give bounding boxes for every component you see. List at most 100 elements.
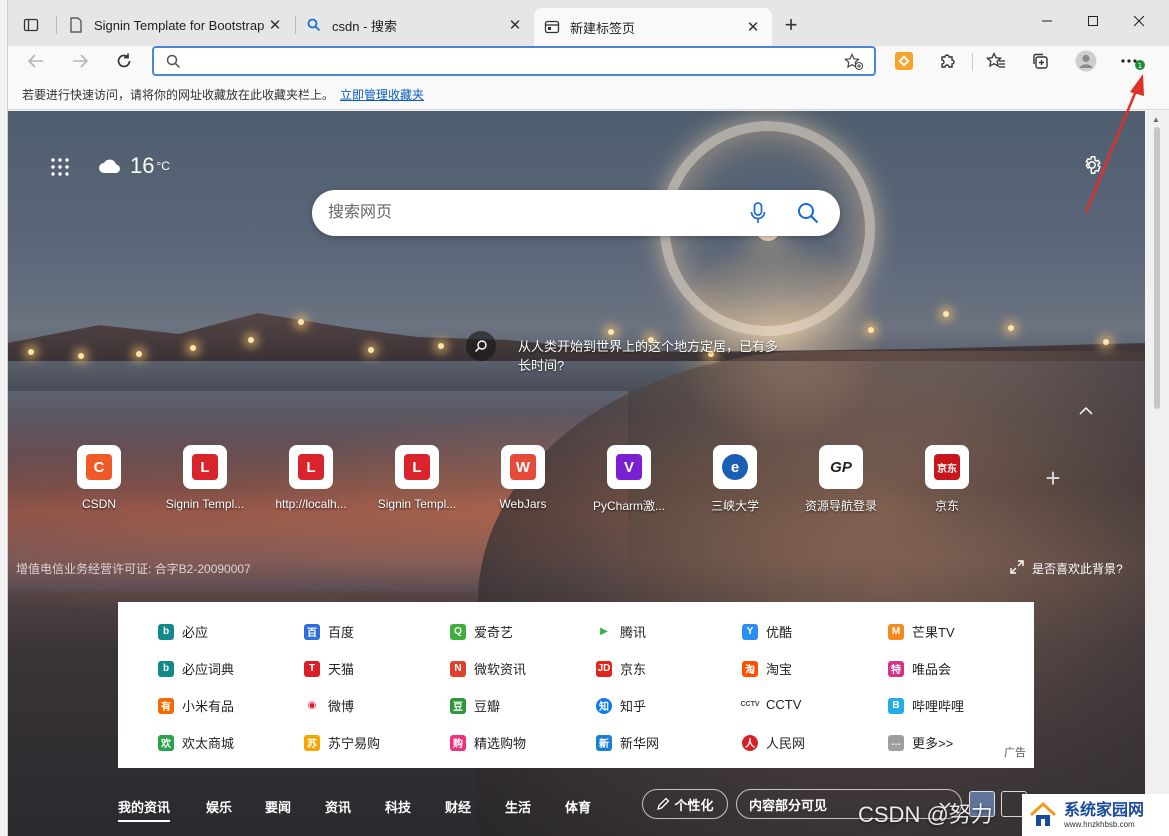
refresh-button[interactable] [108,46,140,76]
link-item[interactable]: M 芒果TV [888,622,955,641]
quick-link[interactable]: L Signin Templ... [364,445,470,511]
link-item[interactable]: 欢欢太商城 [158,733,234,752]
settings-more-icon[interactable]: 1 [1116,46,1148,76]
forward-button[interactable] [64,46,96,76]
link-item[interactable]: b 必应词典 [158,659,234,678]
news-tab[interactable]: 我的资讯 [118,797,171,822]
link-item[interactable]: 购精选购物 [450,733,526,752]
web-search-box[interactable] [312,190,840,236]
mango-tv-icon: M [888,623,904,640]
license-text[interactable]: 增值电信业务经营许可证: 合字B2-20090007 [16,560,251,577]
link-item[interactable]: 有小米有品 [158,696,234,715]
personalize-button[interactable]: 个性化 [642,789,728,819]
close-window-button[interactable] [1116,8,1162,34]
tab-csdn-search[interactable]: csdn - 搜索 ✕ [296,8,534,42]
news-tab[interactable]: 资讯 [325,797,351,816]
site-logo-icon: L [298,454,324,480]
scroll-up-icon[interactable]: ▲ [1152,115,1160,124]
expand-icon [1010,560,1024,577]
address-bar[interactable] [152,46,876,76]
shopping-bag-icon: 购 [450,734,466,751]
link-item[interactable]: 特唯品会 [888,659,951,678]
quick-link[interactable]: GP 资源导航登录 [788,445,894,514]
link-item[interactable]: … 更多>> [888,733,953,752]
news-tab[interactable]: 娱乐 [206,797,232,816]
tab-signin[interactable]: Signin Template for Bootstrap ✕ [58,8,294,42]
link-item[interactable]: B 哔哩哔哩 [888,696,964,715]
quick-link[interactable]: V PyCharm激... [576,445,682,514]
quick-link[interactable]: 京东 京东 [894,445,1000,514]
page-settings-icon[interactable] [1081,154,1103,176]
link-item[interactable]: b 必应 [158,622,208,641]
link-item[interactable]: 百百度 [304,622,354,641]
chevron-up-icon[interactable] [1078,403,1094,415]
close-tab-icon[interactable]: ✕ [744,18,762,36]
back-button[interactable] [20,46,52,76]
extension-orange-icon[interactable] [888,46,920,76]
add-quick-link-icon[interactable]: + [1042,465,1064,491]
like-background-button[interactable]: 是否喜欢此背景? [1010,560,1123,577]
quick-link[interactable]: L Signin Templ... [152,445,258,511]
link-item[interactable]: 知知乎 [596,696,646,715]
profile-avatar[interactable] [1070,46,1102,76]
favorites-icon[interactable] [980,46,1012,76]
page-scrollbar[interactable]: ▲ [1145,111,1169,836]
minimize-button[interactable] [1024,8,1070,34]
manage-favorites-link[interactable]: 立即管理收藏夹 [340,86,424,103]
link-item[interactable]: T 天猫 [304,659,354,678]
scrollbar-thumb[interactable] [1154,127,1160,409]
quick-link-tile: L [183,445,227,489]
apps-grid-icon[interactable] [50,157,70,177]
link-item[interactable]: ▶ 腾讯 [596,622,646,641]
link-item[interactable]: 苏苏宁易购 [304,733,380,752]
tab-new-tab[interactable]: 新建标签页 ✕ [534,8,772,46]
link-label: 百度 [328,625,355,640]
maximize-button[interactable] [1070,8,1116,34]
quick-link[interactable]: W WebJars [470,445,576,511]
link-item[interactable]: 人人民网 [742,733,805,752]
search-icon[interactable] [796,201,820,230]
news-tab[interactable]: 生活 [505,797,531,816]
link-item[interactable]: Y 优酷 [742,622,792,641]
quick-link-label: WebJars [499,497,547,511]
people-daily-icon: 人 [742,734,758,751]
image-info[interactable]: 从人类开始到世界上的这个地方定居，已有多长时间? [466,331,778,375]
news-tab[interactable]: 体育 [565,797,591,816]
add-favorite-icon[interactable] [844,53,864,76]
link-item[interactable]: Q 爱奇艺 [450,622,513,641]
link-item[interactable]: 豆豆瓣 [450,696,500,715]
news-tab[interactable]: 要闻 [265,797,291,816]
link-item[interactable]: JD 京东 [596,659,646,678]
search-icon [466,331,496,361]
collections-icon[interactable] [1024,46,1056,76]
tab-title: 新建标签页 [570,20,636,36]
weather-widget[interactable]: 16 °C [98,153,170,179]
quick-link[interactable]: e 三峡大学 [682,445,788,514]
news-tab[interactable]: 财经 [445,797,471,816]
quick-link-label: Signin Templ... [377,497,457,511]
close-tab-icon[interactable]: ✕ [266,16,284,34]
microphone-icon[interactable] [750,202,766,229]
tab-strip: Signin Template for Bootstrap ✕ csdn - 搜… [8,0,1169,46]
link-label: 哔哩哔哩 [912,699,965,714]
quick-link-tile: W [501,445,545,489]
university-logo-icon: e [722,454,748,480]
quick-link-tile: e [713,445,757,489]
close-tab-icon[interactable]: ✕ [506,16,524,34]
tab-actions-icon[interactable] [18,12,44,38]
baidu-icon: 百 [304,623,320,640]
quick-link[interactable]: C CSDN [46,445,152,511]
extensions-puzzle-icon[interactable] [932,46,964,76]
web-search-input[interactable] [328,202,728,224]
link-item[interactable]: N 微软资讯 [450,659,526,678]
news-tab[interactable]: 科技 [385,797,411,816]
taobao-icon: 淘 [742,660,758,677]
link-item[interactable]: 淘淘宝 [742,659,792,678]
address-input[interactable] [190,52,830,70]
quick-link[interactable]: L http://localh... [258,445,364,511]
new-tab-button[interactable]: + [778,12,804,38]
link-item[interactable]: ◉ 微博 [304,696,354,715]
link-item[interactable]: CCTV CCTV [740,696,801,712]
temperature: 16 [130,153,155,178]
link-item[interactable]: 新新华网 [596,733,659,752]
